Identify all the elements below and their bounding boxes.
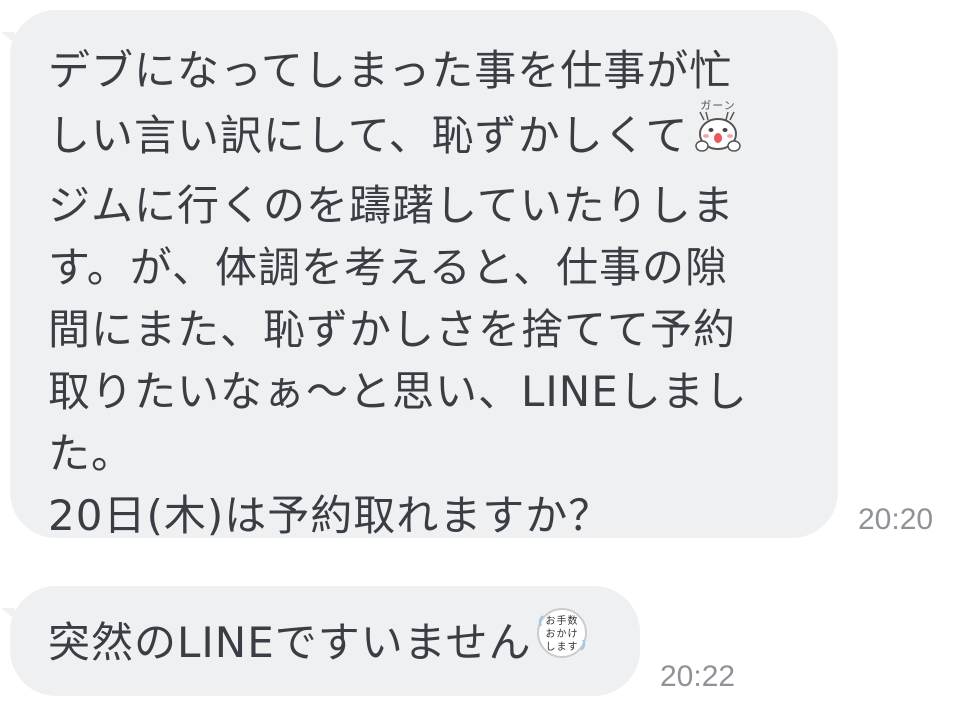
svg-text:お手数: お手数 [546, 614, 579, 627]
svg-text:おかけ: おかけ [546, 628, 579, 640]
message-line: デブになってしまった事を仕事が忙 [48, 46, 733, 95]
crying-emoji-icon: ガーン [692, 98, 744, 171]
bubble-tail [1, 608, 15, 620]
emoji-caption: ガーン [701, 99, 736, 112]
message-line: す。が、体調を考えると、仕事の隙 [48, 243, 729, 292]
apology-emoji-icon: お手数 おかけ します [535, 606, 589, 677]
message-line: 突然のLINEですいません [48, 618, 532, 667]
message-line: 取りたいなぁ〜と思い、LINEしまし [48, 367, 748, 416]
message-text: デブになってしまった事を仕事が忙 しい言い訳にして、恥ずかしくて ガーン ジムに… [48, 40, 804, 547]
message-line: しい言い訳にして、恥ずかしくて [48, 111, 689, 160]
message-line: 間にまた、恥ずかしさを捨てて予約 [48, 305, 737, 354]
message-timestamp: 20:22 [660, 660, 736, 693]
message-text: 突然のLINEですいません お手数 おかけ します [48, 608, 610, 681]
message-timestamp: 20:20 [858, 503, 934, 536]
message-line: ジムに行くのを躊躇していたりしま [48, 181, 735, 230]
message-bubble-incoming[interactable]: 突然のLINEですいません お手数 おかけ します [1, 586, 640, 696]
bubble-tail [1, 32, 15, 44]
message-line: た。 [48, 429, 135, 478]
svg-text:します: します [546, 641, 579, 653]
message-line: 20日(木)は予約取れますか？ [48, 491, 612, 540]
message-bubble-incoming[interactable]: デブになってしまった事を仕事が忙 しい言い訳にして、恥ずかしくて ガーン ジムに… [1, 10, 838, 540]
